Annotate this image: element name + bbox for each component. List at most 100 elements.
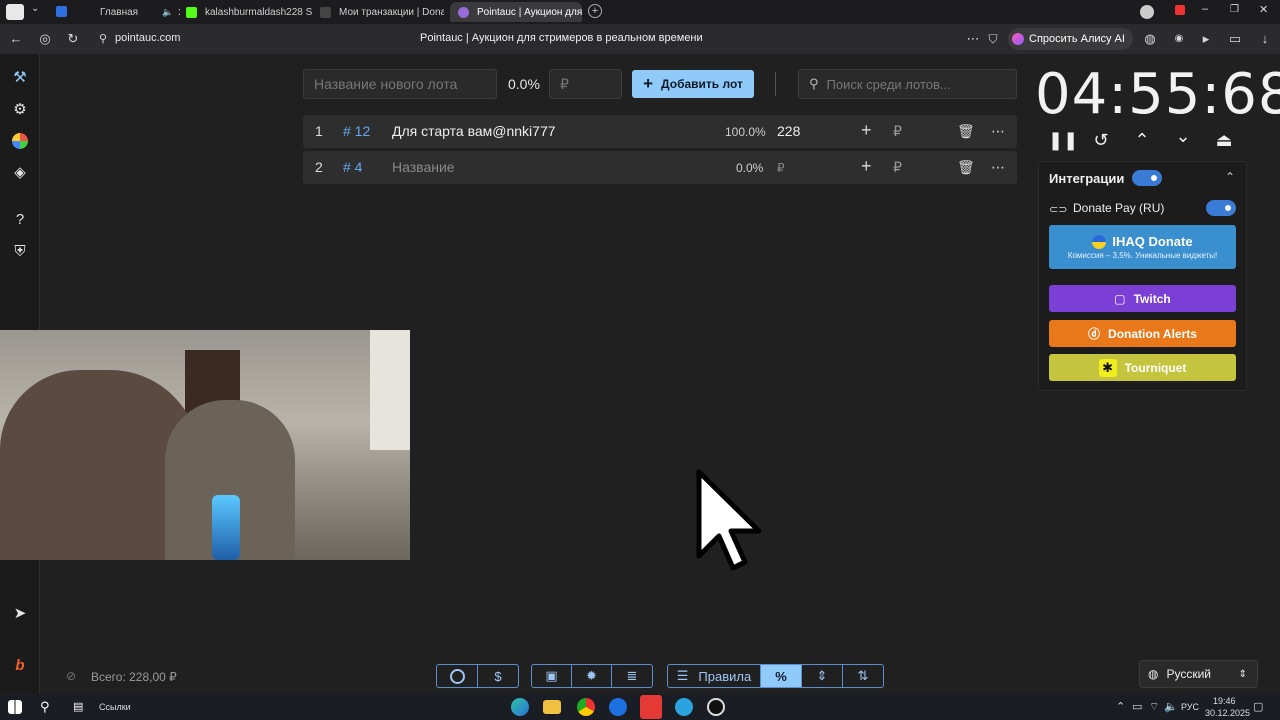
yandex-browser-icon[interactable]: [640, 695, 662, 719]
minimize-icon[interactable]: –: [1202, 3, 1208, 15]
donate-button[interactable]: $: [477, 664, 519, 688]
edge-icon[interactable]: [511, 698, 529, 716]
lot-name[interactable]: Для старта вам@nnki777: [392, 123, 556, 139]
trash-icon[interactable]: 🗑: [957, 159, 975, 176]
close-window-icon[interactable]: ✕: [1259, 3, 1268, 16]
volume-icon[interactable]: 🔈: [1164, 700, 1178, 713]
shield-icon[interactable]: ⛨: [9, 240, 31, 262]
obs-icon[interactable]: [707, 698, 725, 716]
links-toolbar[interactable]: Ссылки: [99, 702, 131, 712]
github-button[interactable]: [436, 664, 478, 688]
downloads-icon[interactable]: ↓: [1256, 30, 1274, 48]
input-language[interactable]: РУС: [1181, 702, 1199, 712]
notification-badge-icon[interactable]: [1175, 5, 1185, 15]
tourniquet-icon: ✱: [1098, 358, 1117, 377]
lot-row[interactable]: 1 # 12 Для старта вам@nnki777 100.0% 228…: [303, 115, 1017, 148]
lot-number: 1: [315, 123, 323, 139]
speaker-icon[interactable]: 🔈: [162, 7, 173, 18]
percent-button[interactable]: %: [760, 664, 802, 688]
webcam-overlay: [0, 330, 410, 560]
lot-row[interactable]: 2 # 4 Название 0.0% ₽ + ₽ 🗑 ⋯: [303, 151, 1017, 184]
more-options-icon[interactable]: ⋯: [964, 30, 982, 48]
lot-amount[interactable]: 228: [777, 123, 800, 139]
tab-home[interactable]: Главная 🔈 ✕: [92, 2, 180, 22]
browser-menu-icon[interactable]: [6, 4, 24, 20]
extension-icon[interactable]: ◉: [1170, 30, 1188, 48]
add-amount-icon[interactable]: +: [861, 120, 872, 141]
url-text[interactable]: pointauc.com: [115, 32, 180, 44]
clock-time[interactable]: 19:46: [1213, 696, 1236, 706]
yandex-id-icon[interactable]: ◎: [36, 30, 54, 48]
check-app-icon[interactable]: [609, 698, 627, 716]
wheel-icon[interactable]: [9, 130, 31, 152]
ask-alice-button[interactable]: Спросить Алису AI: [1008, 28, 1133, 50]
collections-icon[interactable]: ▭: [1226, 30, 1244, 48]
add-lot-button[interactable]: + Добавить лот: [632, 70, 754, 98]
pause-icon[interactable]: ❚❚: [1048, 128, 1078, 152]
help-icon[interactable]: ?: [9, 208, 31, 230]
task-view-icon[interactable]: ▤: [73, 700, 83, 713]
sort-button[interactable]: ⇅: [842, 664, 884, 688]
telegram-icon[interactable]: ➤: [9, 602, 31, 624]
more-icon[interactable]: ⋯: [991, 123, 1005, 140]
donate-pay-toggle[interactable]: [1206, 200, 1236, 216]
lot-amount[interactable]: ₽: [777, 161, 785, 175]
clear-list-button[interactable]: ≣: [611, 664, 653, 688]
trash-icon[interactable]: 🗑: [957, 123, 975, 140]
boosty-icon[interactable]: b: [9, 654, 31, 676]
gear-icon[interactable]: ⚙: [9, 98, 31, 120]
currency-icon[interactable]: ₽: [893, 123, 902, 140]
search-input[interactable]: ⚲ Поиск среди лотов...: [798, 69, 1017, 99]
search-icon[interactable]: ⚲: [40, 699, 50, 715]
tray-chevron-up-icon[interactable]: ⌃: [1116, 700, 1125, 713]
windows-start-icon[interactable]: [8, 700, 22, 714]
back-arrow-icon[interactable]: ←: [7, 30, 25, 48]
maximize-icon[interactable]: ❐: [1230, 4, 1239, 15]
bug-report-button[interactable]: ✹: [571, 664, 612, 688]
donation-alerts-button[interactable]: ⓓ Donation Alerts: [1049, 320, 1236, 347]
ihaq-donate-button[interactable]: IHAQ Donate Комиссия – 3,5%. Уникальные …: [1049, 225, 1236, 269]
chevron-up-icon[interactable]: ⌃: [1225, 170, 1235, 184]
tab-pointauc[interactable]: Pointauc | Аукцион для ✕: [450, 2, 582, 22]
chevron-down-icon[interactable]: ⌄: [1171, 124, 1195, 148]
rules-button[interactable]: ☰ Правила: [667, 664, 761, 688]
currency-icon[interactable]: ₽: [893, 159, 902, 176]
chevron-up-icon[interactable]: ⌃: [1130, 128, 1154, 152]
tab-video-icon[interactable]: [56, 6, 67, 17]
wifi-icon[interactable]: ⌔: [1149, 700, 1159, 714]
tourniquet-button[interactable]: ✱ Tourniquet: [1049, 354, 1236, 381]
reset-icon[interactable]: ↺: [1089, 128, 1113, 152]
telegram-app-icon[interactable]: [675, 698, 693, 716]
lot-name[interactable]: Название: [392, 159, 455, 175]
tab-kick[interactable]: kalashburmaldash228 Str: [186, 2, 312, 22]
layers-icon[interactable]: ◈: [9, 161, 31, 183]
close-icon[interactable]: ✕: [173, 6, 180, 19]
reload-icon[interactable]: ↻: [64, 30, 82, 48]
add-amount-icon[interactable]: +: [861, 156, 872, 177]
compact-view-button[interactable]: ⇕: [801, 664, 843, 688]
twitch-button[interactable]: ▢ Twitch: [1049, 285, 1236, 312]
notification-icon[interactable]: ▢: [1253, 700, 1263, 713]
taskbar: ⚲ ▤ Ссылки ⌃ ▭ ⌔ 🔈 РУС 19:46 30.12.2025 …: [0, 694, 1280, 720]
bookmark-icon[interactable]: ⛉: [984, 30, 1002, 48]
auction-hammer-icon[interactable]: ⚒: [9, 66, 31, 88]
media-icon[interactable]: ▸: [1197, 30, 1215, 48]
globe-icon[interactable]: ◍: [1141, 30, 1159, 48]
lot-name-input[interactable]: Название нового лота: [303, 69, 497, 99]
hide-total-icon[interactable]: ⊘: [66, 669, 76, 683]
collapse-icon[interactable]: ⏏: [1212, 128, 1236, 152]
explorer-icon[interactable]: [543, 700, 561, 714]
profile-avatar[interactable]: [1140, 5, 1154, 19]
clock-date[interactable]: 30.12.2025: [1205, 708, 1250, 718]
save-button[interactable]: ▣: [531, 664, 572, 688]
chrome-icon[interactable]: [577, 698, 595, 716]
tab-donate[interactable]: Мои транзакции | Donate ✕: [320, 2, 444, 22]
network-icon[interactable]: ▭: [1132, 700, 1142, 713]
language-select[interactable]: ◍ Русский ⇕: [1139, 660, 1258, 688]
chevron-down-icon[interactable]: ⌄: [31, 3, 39, 14]
integrations-toggle[interactable]: [1132, 170, 1162, 186]
lot-amount-input[interactable]: ₽: [549, 69, 622, 99]
more-icon[interactable]: ⋯: [991, 159, 1005, 176]
site-info-icon[interactable]: ⚲: [94, 30, 112, 48]
new-tab-button[interactable]: +: [588, 4, 602, 18]
